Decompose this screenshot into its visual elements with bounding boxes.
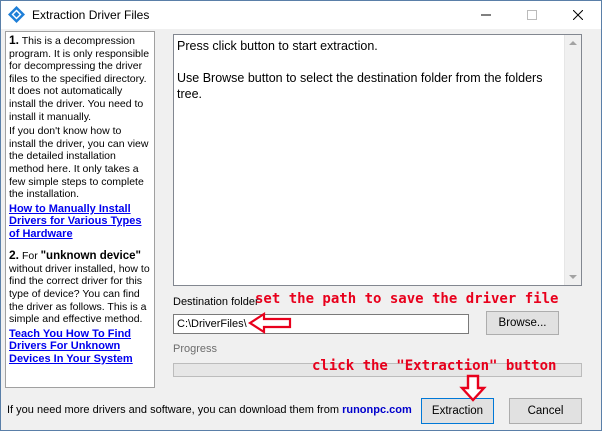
help-panel: 1. This is a decompression program. It i… (5, 31, 155, 388)
section-2-intro: 2. For "unknown device" without driver i… (9, 248, 150, 326)
manual-install-link[interactable]: How to Manually Install Drivers for Vari… (9, 203, 151, 241)
down-arrow-icon (459, 374, 487, 402)
app-icon (8, 6, 25, 23)
section-1-intro: 1. This is a decompression program. It i… (9, 33, 150, 123)
close-button[interactable] (555, 1, 601, 29)
minimize-button[interactable] (463, 1, 509, 29)
footer-message: If you need more drivers and software, y… (7, 404, 412, 416)
close-icon (573, 10, 583, 20)
maximize-button[interactable] (509, 1, 555, 29)
minimize-icon (481, 14, 491, 16)
unknown-device-link[interactable]: Teach You How To Find Drivers For Unknow… (9, 328, 151, 366)
path-annotation: set the path to save the driver file (255, 291, 559, 307)
title-bar[interactable]: Extraction Driver Files (1, 1, 601, 29)
browse-button[interactable]: Browse... (486, 311, 559, 335)
runonpc-link[interactable]: runonpc.com (342, 404, 412, 416)
instructions-textbox[interactable]: Press click button to start extraction. … (173, 34, 582, 286)
destination-folder-label: Destination folder (173, 296, 259, 308)
maximize-icon (527, 10, 537, 20)
extraction-annotation: click the "Extraction" button (312, 358, 557, 374)
extraction-window: Extraction Driver Files 1. This is a dec… (0, 0, 602, 431)
scroll-up-icon[interactable] (569, 41, 577, 45)
instructions-scrollbar[interactable] (564, 35, 581, 285)
destination-folder-input[interactable] (173, 314, 469, 334)
section-1-detail: If you don't know how to install the dri… (9, 125, 149, 201)
cancel-button[interactable]: Cancel (509, 398, 582, 424)
progress-label: Progress (173, 343, 218, 355)
scroll-down-icon[interactable] (569, 275, 577, 279)
left-arrow-icon (247, 311, 292, 335)
window-title: Extraction Driver Files (32, 8, 150, 22)
instructions-text: Press click button to start extraction. … (177, 39, 543, 101)
